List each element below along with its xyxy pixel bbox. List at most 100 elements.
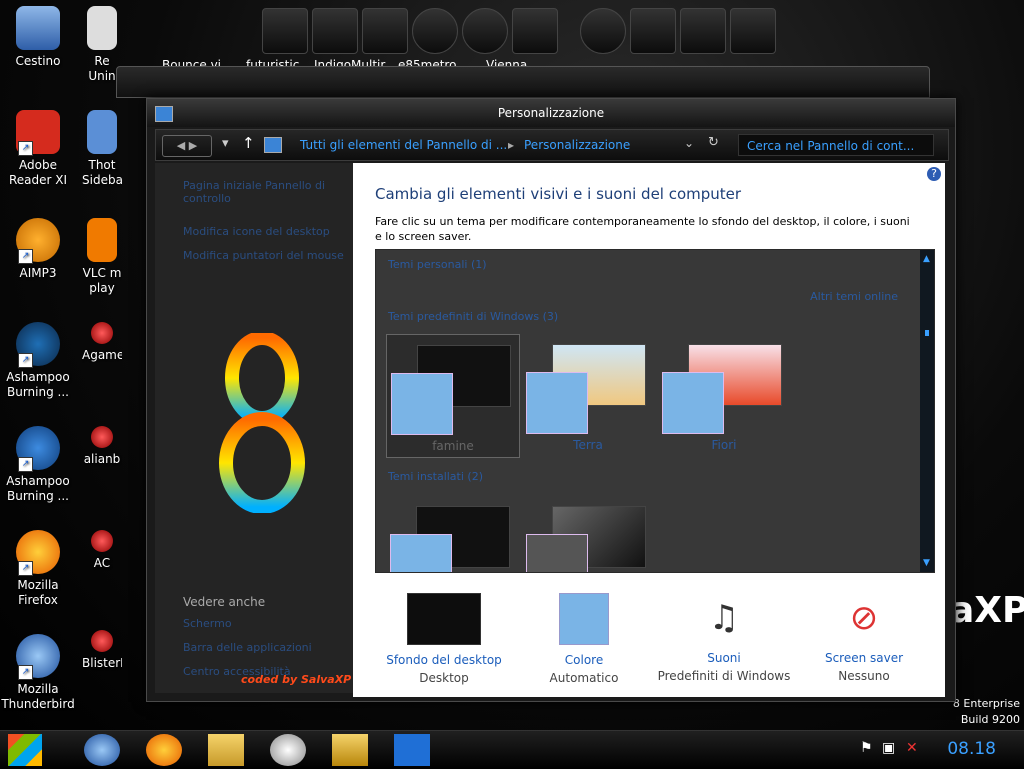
top-dock (250, 0, 790, 58)
scroll-up-icon[interactable]: ▲ (923, 254, 930, 264)
color-setting[interactable]: Colore Automatico (509, 593, 659, 685)
search-input[interactable]: Cerca nel Pannello di cont... (738, 134, 934, 156)
left-link-desktop-icons[interactable]: Modifica icone del desktop (183, 225, 330, 238)
theme-label: Terra (573, 438, 603, 452)
desktop-icon-sidebar[interactable]: Thot Sideba (82, 110, 122, 188)
app-icon[interactable] (394, 734, 430, 766)
scroll-thumb[interactable] (925, 330, 929, 336)
dock-icon-ie[interactable] (580, 8, 626, 54)
desktop-background-setting[interactable]: Sfondo del desktop Desktop (369, 593, 519, 685)
setting-value: Nessuno (838, 669, 890, 683)
desktop-icon-ac[interactable]: AC (82, 530, 122, 571)
shortcut-arrow-icon: ↗ (18, 141, 33, 156)
folder-icon[interactable] (332, 734, 368, 766)
dock-icon-2[interactable] (312, 8, 358, 54)
desktop-icon-label: AIMP3 (19, 266, 57, 280)
desktop-icon-ashampoo-2[interactable]: ↗ Ashampoo Burning ... (0, 426, 76, 504)
themes-list: Temi personali (1) Altri temi online Tem… (375, 249, 935, 573)
control-panel-icon (264, 137, 282, 153)
desktop-icon-aimp[interactable]: ↗ AIMP3 (0, 218, 76, 281)
taskbar: ⚑ ▣ ✕ 08.18 (0, 730, 1024, 769)
desktop-icon-thunderbird[interactable]: ↗ Mozilla Thunderbird (0, 634, 76, 712)
breadcrumb-all-items[interactable]: Tutti gli elementi del Pannello di ... (300, 138, 507, 152)
dock-icon-1[interactable] (262, 8, 308, 54)
setting-value: Automatico (549, 671, 619, 685)
left-link-mouse-pointers[interactable]: Modifica puntatori del mouse (183, 249, 344, 262)
theme-fiori[interactable]: Fiori (658, 334, 790, 456)
desktop-icon-ashampoo-1[interactable]: ↗ Ashampoo Burning ... (0, 322, 76, 400)
shortcut-arrow-icon: ↗ (18, 457, 33, 472)
theme-famine[interactable]: famine (386, 334, 520, 458)
theme-label: Fiori (711, 438, 737, 452)
refresh-icon[interactable]: ↻ (708, 135, 719, 150)
red-ball-icon (91, 426, 113, 448)
recycle-bin-icon (16, 6, 60, 50)
setting-title[interactable]: Colore (509, 653, 659, 667)
explorer-icon[interactable] (208, 734, 244, 766)
dock-icon-shirt[interactable] (630, 8, 676, 54)
desktop-icon-label: VLC m play (82, 266, 122, 295)
online-themes-link[interactable]: Altri temi online (810, 290, 898, 303)
desktop-icon-vlc[interactable]: VLC m play (82, 218, 122, 296)
dock-icon-mixer[interactable] (512, 8, 558, 54)
dock-icon-recycle[interactable] (730, 8, 776, 54)
color-swatch-icon (526, 534, 588, 572)
dock-icon-tools[interactable] (680, 8, 726, 54)
desktop-icon-blisterpa[interactable]: BlisterPa (82, 630, 122, 671)
themes-scrollbar[interactable]: ▲ ▼ (920, 250, 934, 572)
dock-icon-disc[interactable] (412, 8, 458, 54)
page-heading: Cambia gli elementi visivi e i suoni del… (375, 185, 742, 203)
up-arrow-icon[interactable]: ↑ (242, 134, 255, 152)
theme-terra[interactable]: Terra (522, 334, 654, 456)
ashampoo-compact-icon: ↗ (16, 322, 60, 368)
left-link-home[interactable]: Pagina iniziale Pannello di controllo (183, 179, 333, 205)
flag-icon[interactable]: ⚑ (860, 740, 873, 756)
desktop-icon-alianb[interactable]: alianb (82, 426, 122, 467)
desktop-icon-label: Adobe Reader XI (8, 158, 68, 187)
scroll-down-icon[interactable]: ▼ (923, 558, 930, 568)
media-icon[interactable] (270, 734, 306, 766)
sounds-icon: ♫ (708, 598, 740, 638)
dock-icon-camera[interactable] (462, 8, 508, 54)
left-pane: Pagina iniziale Pannello di controllo Mo… (155, 163, 353, 693)
build-text: Build 9200 (960, 713, 1020, 726)
desktop-icon-agame[interactable]: Agame (82, 322, 122, 363)
left-link-taskbar[interactable]: Barra delle applicazioni (183, 641, 312, 654)
desktop-icon-recycle-bin[interactable]: Cestino (0, 6, 76, 69)
address-bar: ◀ ▶ ▾ ↑ Tutti gli elementi del Pannello … (155, 129, 949, 161)
page-description: Fare clic su un tema per modificare cont… (375, 215, 910, 243)
dock-icon-folder[interactable] (362, 8, 408, 54)
theme-installed-2[interactable] (522, 496, 654, 572)
desktop-icon-firefox[interactable]: ↗ Mozilla Firefox (0, 530, 76, 608)
sidebar-icon (87, 110, 117, 154)
background-window[interactable] (116, 66, 930, 98)
setting-value: Predefiniti di Windows (657, 669, 791, 683)
taskbar-clock[interactable]: 08.18 (947, 739, 996, 759)
desktop-icon-adobe[interactable]: ↗ Adobe Reader XI (0, 110, 76, 188)
breadcrumb-personalization[interactable]: Personalizzazione (524, 138, 630, 152)
screensaver-setting[interactable]: ⊘ Screen saver Nessuno (789, 593, 939, 683)
start-button-icon[interactable] (8, 734, 42, 766)
aimp-icon: ↗ (16, 218, 60, 264)
dropdown-chevron-icon[interactable]: ⌄ (684, 136, 694, 150)
color-icon (559, 593, 609, 645)
help-icon[interactable]: ? (927, 167, 941, 181)
thunderbird-icon[interactable] (84, 734, 120, 766)
chevron-down-icon[interactable]: ▾ (222, 136, 229, 151)
sounds-setting[interactable]: ♫ Suoni Predefiniti di Windows (649, 593, 799, 683)
volume-muted-icon[interactable]: ✕ (906, 740, 918, 756)
firefox-icon[interactable] (146, 734, 182, 766)
setting-title[interactable]: Sfondo del desktop (369, 653, 519, 667)
network-icon[interactable]: ▣ (882, 740, 895, 756)
left-link-display[interactable]: Schermo (183, 617, 232, 630)
setting-title[interactable]: Screen saver (789, 651, 939, 665)
shortcut-arrow-icon: ↗ (18, 353, 33, 368)
desktop-icon-label: Agame (82, 348, 122, 362)
title-bar[interactable]: Personalizzazione (147, 99, 955, 127)
window-title: Personalizzazione (497, 106, 605, 120)
setting-title[interactable]: Suoni (649, 651, 799, 665)
main-content: ? Cambia gli elementi visivi e i suoni d… (353, 163, 945, 697)
back-forward-buttons[interactable]: ◀ ▶ (162, 135, 212, 157)
desktop-icon-label: Ashampoo Burning ... (6, 370, 70, 399)
theme-installed-1[interactable] (386, 496, 518, 572)
